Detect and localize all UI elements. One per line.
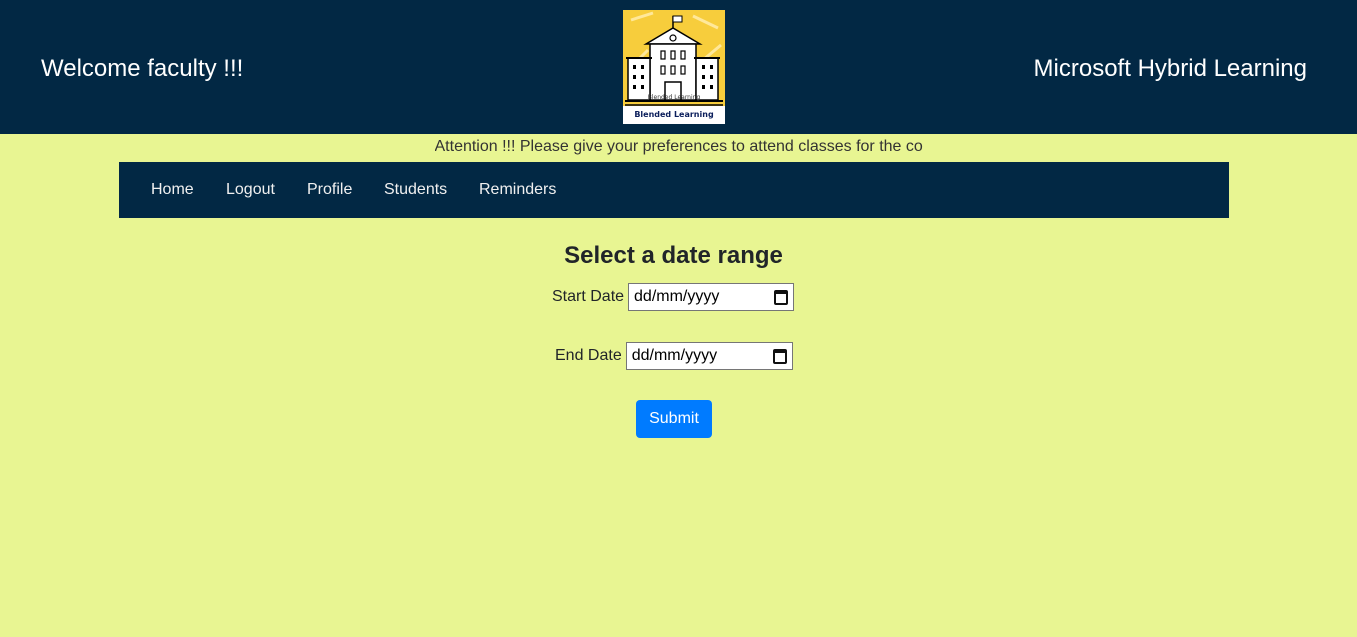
end-date-value: dd/mm/yyyy [631, 347, 718, 364]
brand-title: Microsoft Hybrid Learning [1033, 55, 1307, 82]
top-header: Welcome faculty !!! Blended Learning Ble… [0, 0, 1357, 134]
logo-caption-small: Blended Learning [647, 94, 701, 101]
nav-profile-link[interactable]: Profile [307, 180, 352, 199]
logo-caption: Blended Learning [634, 110, 714, 119]
site-logo: Blended Learning Blended Learning [623, 10, 725, 124]
announcement-marquee: Attention !!! Please give your preferenc… [0, 138, 1357, 161]
calendar-icon[interactable] [774, 289, 789, 305]
main-navbar: Home Logout Profile Students Reminders [119, 162, 1229, 218]
nav-reminders-link[interactable]: Reminders [479, 180, 556, 199]
end-date-input[interactable]: dd/mm/yyyy [625, 342, 793, 370]
start-date-input[interactable]: dd/mm/yyyy [628, 283, 795, 311]
end-date-label: End Date [555, 347, 622, 364]
calendar-icon[interactable] [772, 348, 787, 364]
school-building-icon [623, 10, 725, 106]
submit-button[interactable]: Submit [636, 400, 712, 438]
start-date-value: dd/mm/yyyy [634, 288, 720, 305]
announcement-text: Attention !!! Please give your preferenc… [434, 138, 923, 155]
nav-home-link[interactable]: Home [151, 180, 194, 199]
end-date-row: End Date dd/mm/yyyy [555, 341, 793, 371]
start-date-row: Start Date dd/mm/yyyy [552, 282, 795, 312]
form-title: Select a date range [564, 242, 783, 269]
nav-students-link[interactable]: Students [384, 180, 447, 199]
nav-logout-link[interactable]: Logout [226, 180, 275, 199]
start-date-label: Start Date [552, 288, 625, 305]
welcome-text: Welcome faculty !!! [41, 55, 244, 82]
